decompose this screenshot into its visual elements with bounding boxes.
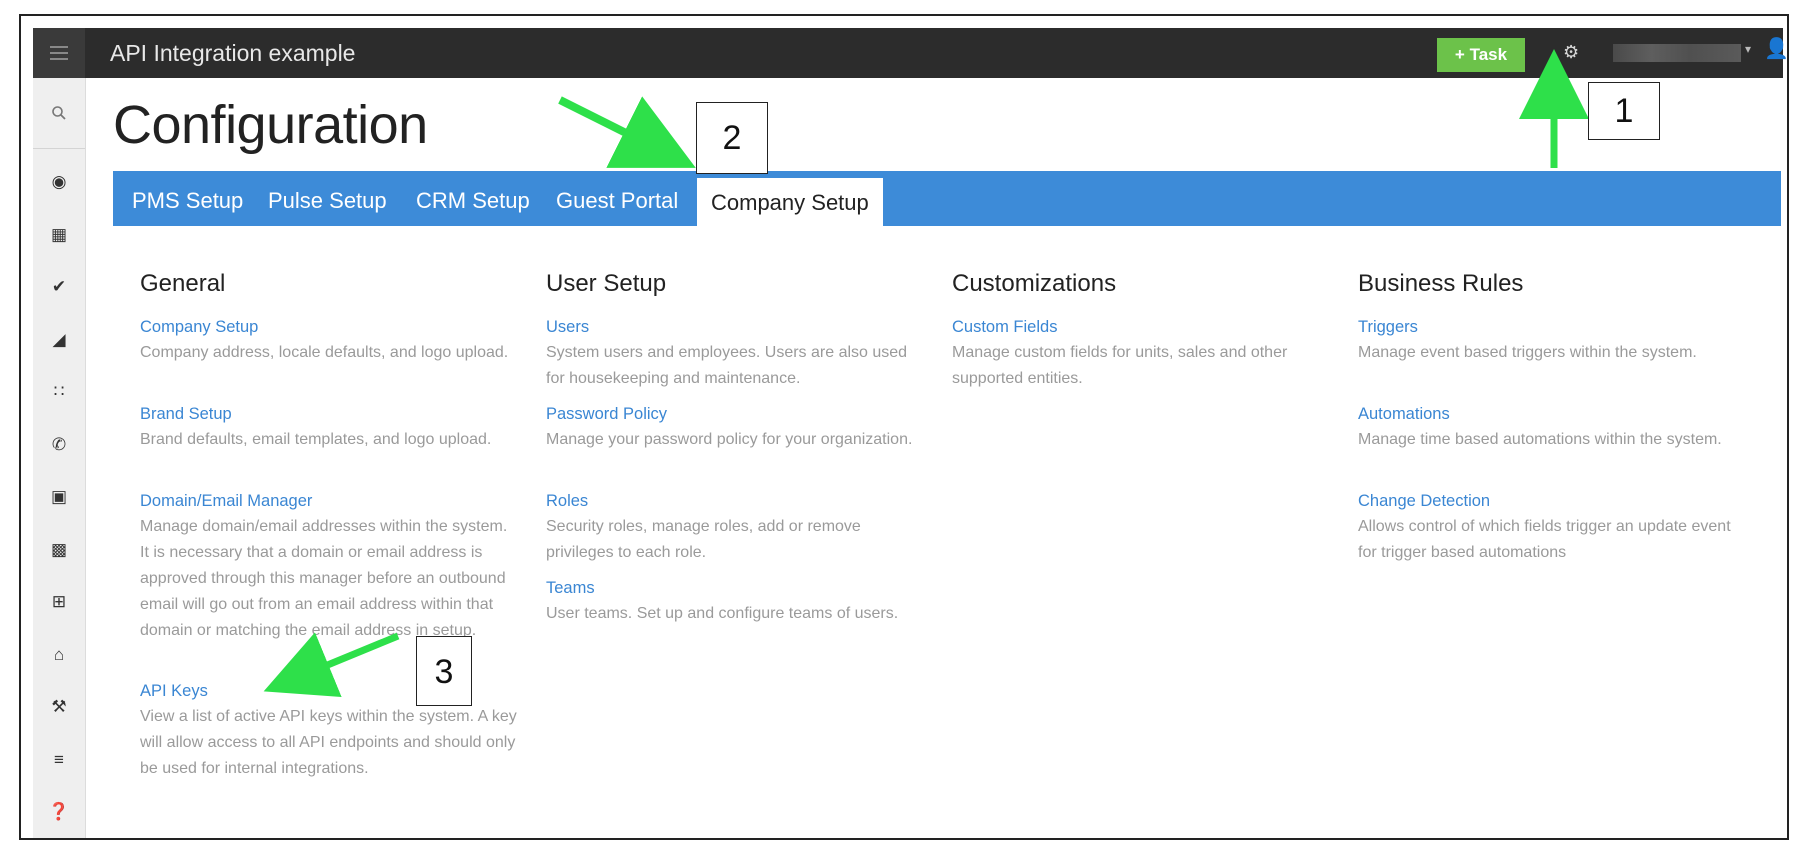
password-policy-link[interactable]: Password Policy: [546, 405, 926, 424]
roles-link[interactable]: Roles: [546, 492, 926, 511]
help-icon[interactable]: ❓: [33, 786, 85, 838]
sidebar: ◉ ▦ ✔ ◢ ∷ ✆ ▣ ▩ ⊞ ⌂ ⚒ ≡ ❓: [33, 78, 86, 838]
triggers-link[interactable]: Triggers: [1358, 318, 1738, 337]
list-item: Password Policy Manage your password pol…: [546, 405, 926, 453]
list-item: Company Setup Company address, locale de…: [140, 318, 520, 366]
grid-icon[interactable]: ⊞: [33, 576, 85, 629]
item-description: Manage custom fields for units, sales an…: [952, 344, 1288, 387]
item-description: Security roles, manage roles, add or rem…: [546, 518, 861, 561]
add-task-button[interactable]: + Task: [1437, 38, 1525, 72]
item-description: View a list of active API keys within th…: [140, 708, 517, 777]
list-item: Automations Manage time based automation…: [1358, 405, 1738, 453]
user-icon[interactable]: 👤: [1764, 36, 1787, 61]
list-item: Roles Security roles, manage roles, add …: [546, 492, 926, 566]
calendar-icon[interactable]: ▦: [33, 209, 85, 262]
tab-crm-setup[interactable]: CRM Setup: [416, 171, 530, 226]
column-heading: General: [140, 270, 226, 297]
callout-3: 3: [416, 636, 472, 706]
item-description: Allows control of which fields trigger a…: [1358, 518, 1731, 561]
domain-email-manager-link[interactable]: Domain/Email Manager: [140, 492, 520, 511]
item-description: Company address, locale defaults, and lo…: [140, 344, 509, 361]
column-heading: Customizations: [952, 270, 1117, 297]
area-chart-icon[interactable]: ◢: [33, 314, 85, 367]
item-description: Manage your password policy for your org…: [546, 431, 913, 448]
users-link[interactable]: Users: [546, 318, 926, 337]
custom-fields-link[interactable]: Custom Fields: [952, 318, 1332, 337]
menu-toggle-icon[interactable]: [33, 28, 85, 78]
callout-1: 1: [1588, 82, 1660, 140]
top-bar: API Integration example + Task ⚙ ▾ 👤: [33, 28, 1787, 78]
list-item: Custom Fields Manage custom fields for u…: [952, 318, 1332, 392]
list-item: Users System users and employees. Users …: [546, 318, 926, 392]
screenshot-frame: API Integration example + Task ⚙ ▾ 👤 ◉ ▦…: [19, 14, 1789, 840]
settings-gear-icon[interactable]: ⚙: [1563, 42, 1579, 63]
home-icon[interactable]: ⌂: [33, 629, 85, 682]
app-title: API Integration example: [110, 40, 356, 66]
user-menu-caret-icon[interactable]: ▾: [1745, 42, 1751, 56]
phone-icon[interactable]: ✆: [33, 419, 85, 472]
check-circle-icon[interactable]: ✔: [33, 261, 85, 314]
company-setup-link[interactable]: Company Setup: [140, 318, 520, 337]
page-title: Configuration: [113, 95, 428, 155]
group-icon[interactable]: ∷: [33, 366, 85, 419]
callout-2: 2: [696, 102, 768, 174]
change-detection-link[interactable]: Change Detection: [1358, 492, 1738, 511]
item-description: Brand defaults, email templates, and log…: [140, 431, 492, 448]
tab-guest-portal[interactable]: Guest Portal: [556, 171, 678, 226]
config-content: General Company Setup Company address, l…: [113, 226, 1781, 838]
item-description: Manage time based automations within the…: [1358, 431, 1722, 448]
list-item: Triggers Manage event based triggers wit…: [1358, 318, 1738, 366]
tab-bar: PMS Setup Pulse Setup CRM Setup Guest Po…: [113, 171, 1781, 226]
column-heading: User Setup: [546, 270, 667, 297]
item-description: Manage domain/email addresses within the…: [140, 518, 508, 639]
teams-link[interactable]: Teams: [546, 579, 926, 598]
search-icon: [52, 106, 66, 120]
wrench-icon[interactable]: ⚒: [33, 681, 85, 734]
item-description: User teams. Set up and configure teams o…: [546, 605, 899, 622]
user-name-blurred[interactable]: [1613, 44, 1741, 62]
briefcase-icon[interactable]: ▩: [33, 524, 85, 577]
tab-company-setup[interactable]: Company Setup: [697, 178, 883, 226]
list-item: Brand Setup Brand defaults, email templa…: [140, 405, 520, 453]
item-description: Manage event based triggers within the s…: [1358, 344, 1697, 361]
money-icon[interactable]: ▣: [33, 471, 85, 524]
list-item: Domain/Email Manager Manage domain/email…: [140, 492, 520, 644]
list-item: Teams User teams. Set up and configure t…: [546, 579, 926, 627]
automations-link[interactable]: Automations: [1358, 405, 1738, 424]
tab-pms-setup[interactable]: PMS Setup: [132, 171, 243, 226]
sidebar-search[interactable]: [33, 78, 85, 149]
brand-setup-link[interactable]: Brand Setup: [140, 405, 520, 424]
column-heading: Business Rules: [1358, 270, 1524, 297]
bar-chart-icon[interactable]: ≡: [33, 734, 85, 787]
item-description: System users and employees. Users are al…: [546, 344, 908, 387]
list-item: Change Detection Allows control of which…: [1358, 492, 1738, 566]
tab-pulse-setup[interactable]: Pulse Setup: [268, 171, 387, 226]
dashboard-icon[interactable]: ◉: [33, 156, 85, 209]
